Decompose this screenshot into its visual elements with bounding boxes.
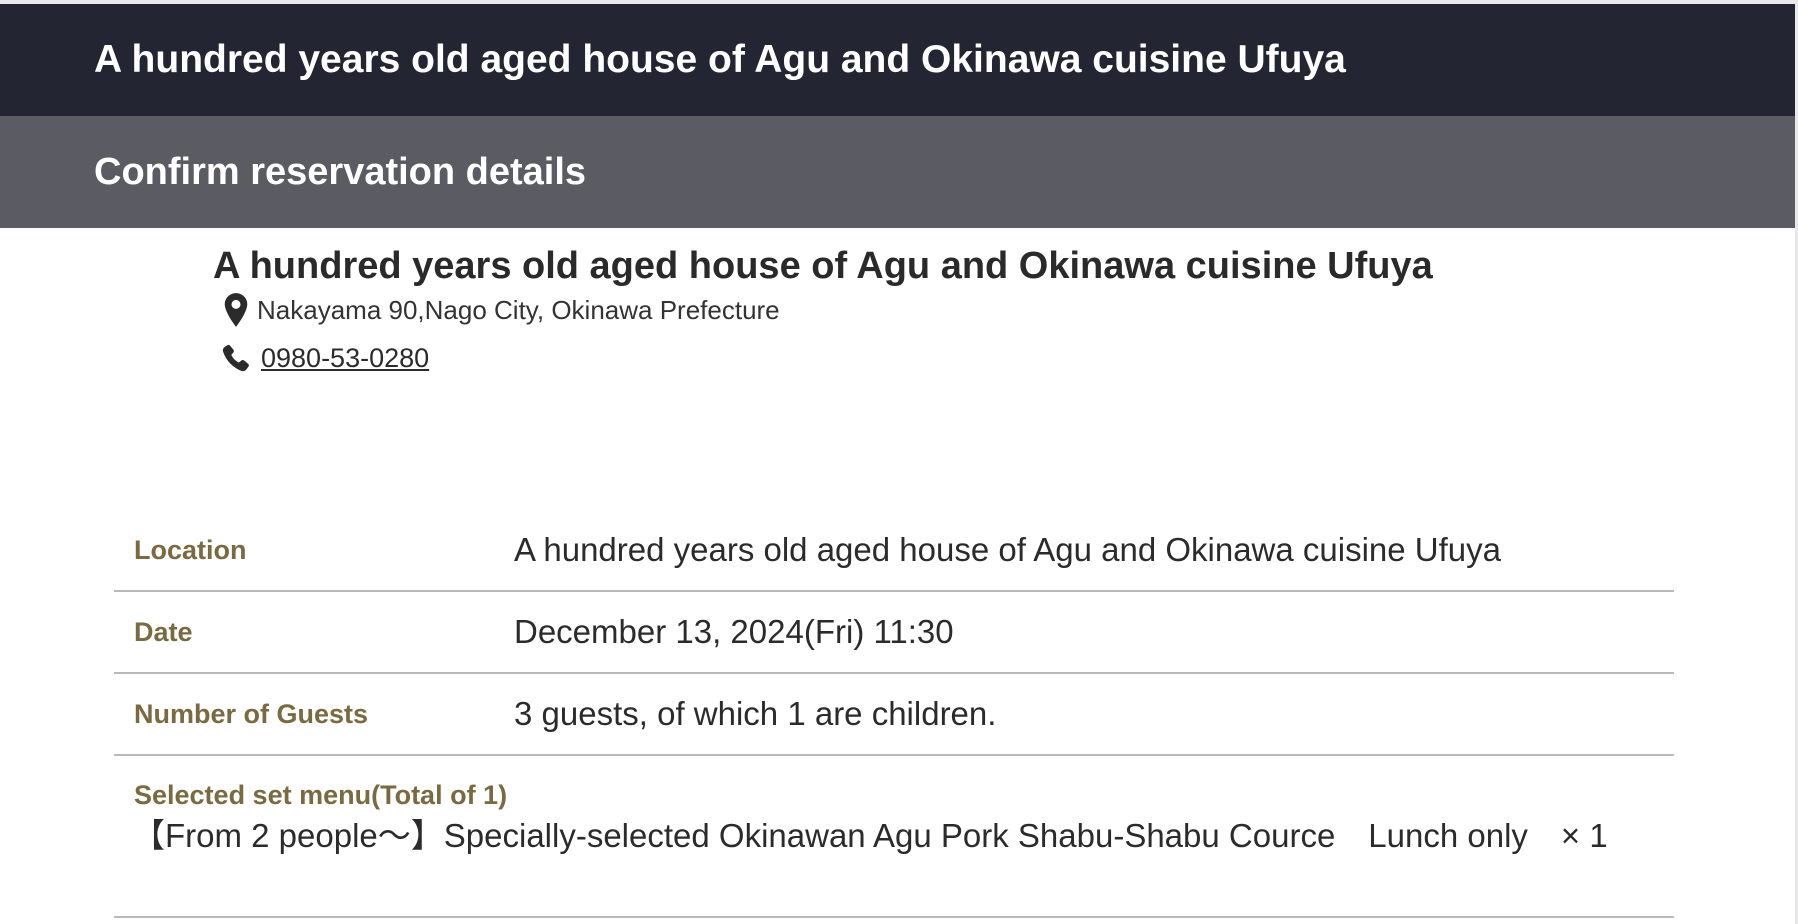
detail-row-guests: Number of Guests 3 guests, of which 1 ar…	[114, 674, 1674, 756]
site-header: A hundred years old aged house of Agu an…	[0, 4, 1795, 116]
map-pin-icon	[221, 292, 251, 328]
header-title: A hundred years old aged house of Agu an…	[94, 38, 1346, 81]
location-label: Location	[134, 535, 247, 565]
guests-label: Number of Guests	[134, 699, 369, 729]
location-value: A hundred years old aged house of Agu an…	[514, 531, 1502, 568]
shop-info: A hundred years old aged house of Agu an…	[213, 240, 1433, 373]
page-title: Confirm reservation details	[94, 151, 587, 193]
phone-icon	[221, 340, 251, 376]
shop-phone: 0980-53-0280	[221, 340, 429, 376]
detail-row-date: Date December 13, 2024(Fri) 11:30	[114, 592, 1674, 674]
detail-row-menu: Selected set menu(Total of 1) 【From 2 pe…	[114, 756, 1674, 918]
address-text: Nakayama 90,Nago City, Okinawa Prefectur…	[257, 294, 780, 325]
date-label: Date	[134, 617, 193, 647]
detail-row-location: Location A hundred years old aged house …	[114, 510, 1674, 592]
menu-label: Selected set menu(Total of 1)	[134, 780, 508, 810]
date-value: December 13, 2024(Fri) 11:30	[514, 613, 954, 650]
page-heading-bar: Confirm reservation details	[0, 116, 1795, 228]
shop-name: A hundred years old aged house of Agu an…	[213, 245, 1433, 287]
shop-address: Nakayama 90,Nago City, Okinawa Prefectur…	[221, 292, 780, 328]
selected-menu-item: 【From 2 people～】Specially-selected Okina…	[132, 817, 1608, 854]
reservation-confirmation-page: A hundred years old aged house of Agu an…	[0, 0, 1798, 924]
reservation-details-table: Location A hundred years old aged house …	[114, 510, 1674, 918]
phone-link[interactable]: 0980-53-0280	[261, 343, 429, 374]
guests-value: 3 guests, of which 1 are children.	[514, 695, 997, 732]
